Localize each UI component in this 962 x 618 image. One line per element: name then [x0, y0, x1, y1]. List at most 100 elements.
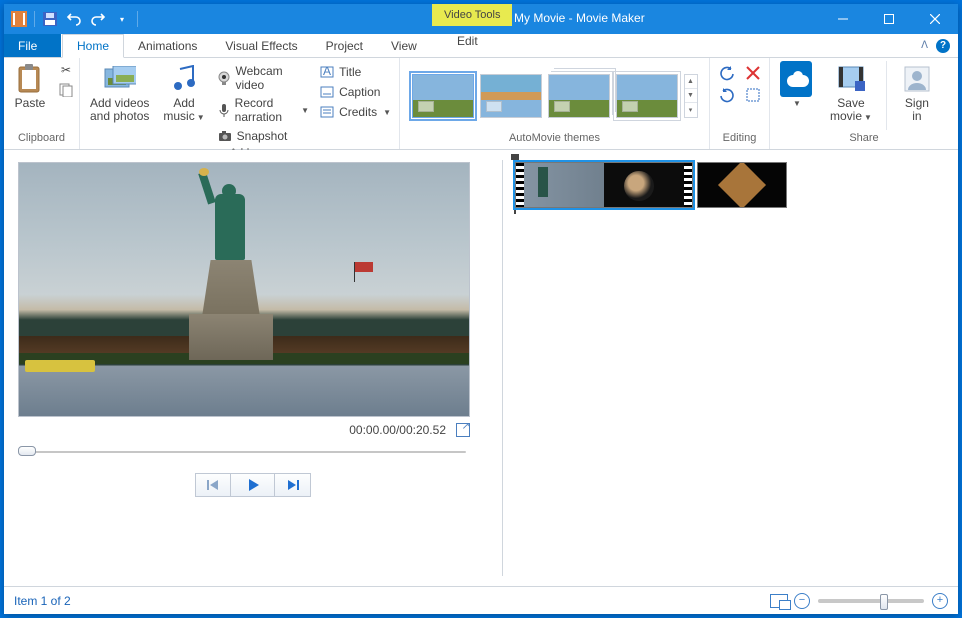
save-movie-button[interactable]: Save movie▼: [826, 61, 876, 126]
play-button[interactable]: [231, 473, 275, 497]
tab-view[interactable]: View: [377, 34, 431, 57]
fullscreen-icon[interactable]: [456, 423, 470, 437]
copy-icon: [58, 82, 74, 98]
video-preview[interactable]: [18, 162, 470, 417]
sign-in-label: Sign in: [905, 97, 929, 123]
help-icon[interactable]: ?: [936, 39, 950, 53]
maximize-button[interactable]: [866, 4, 912, 34]
storyboard-pane[interactable]: [503, 150, 958, 586]
theme-item[interactable]: [480, 74, 542, 118]
rotate-left-icon[interactable]: [719, 65, 735, 81]
group-label: Editing: [716, 130, 763, 146]
tab-animations[interactable]: Animations: [124, 34, 211, 57]
group-label: Share: [776, 130, 952, 146]
item-count: Item 1 of 2: [14, 594, 71, 608]
scrub-track: [22, 451, 466, 453]
webcam-icon: [217, 70, 232, 86]
microphone-icon: [217, 102, 231, 118]
scene-flag: [355, 262, 373, 272]
rotate-right-icon[interactable]: [719, 87, 735, 103]
app-icon[interactable]: [8, 8, 30, 30]
expand-icon[interactable]: ▾: [685, 103, 697, 116]
minimize-button[interactable]: [820, 4, 866, 34]
select-all-icon[interactable]: [745, 87, 761, 103]
chevron-down-icon: ▼: [301, 106, 309, 115]
tab-edit[interactable]: Edit: [443, 34, 492, 48]
group-editing: Editing: [710, 58, 770, 149]
theme-item[interactable]: [412, 74, 474, 118]
scrub-bar[interactable]: [18, 445, 470, 459]
webcam-video-button[interactable]: Webcam video: [215, 63, 311, 93]
record-narration-button[interactable]: Record narration▼: [215, 95, 311, 125]
zoom-out-button[interactable]: −: [794, 593, 810, 609]
delete-icon[interactable]: [745, 65, 761, 81]
group-clipboard: Paste ✂ Clipboard: [4, 58, 80, 149]
theme-scroll[interactable]: ▲▼▾: [684, 74, 698, 118]
clip-item[interactable]: [515, 162, 693, 208]
scene-pedestal: [189, 314, 273, 360]
theme-item[interactable]: [548, 74, 610, 118]
clip-track: [515, 162, 946, 208]
zoom-slider[interactable]: [818, 599, 924, 603]
add-videos-photos-button[interactable]: Add videos and photos: [86, 61, 153, 125]
tab-project[interactable]: Project: [312, 34, 377, 57]
previous-frame-button[interactable]: [195, 473, 231, 497]
film-save-icon: [835, 63, 867, 95]
sign-in-button[interactable]: Sign in: [897, 61, 937, 125]
camera-icon: [217, 128, 233, 144]
next-frame-button[interactable]: [275, 473, 311, 497]
app-window: ▾ Video Tools My Movie - Movie Maker Fil…: [4, 4, 958, 614]
scene-statue-head: [222, 184, 236, 198]
qat-customize-icon[interactable]: ▾: [111, 8, 133, 30]
add-music-button[interactable]: Add music▼: [159, 61, 208, 126]
title-bar: ▾ Video Tools My Movie - Movie Maker: [4, 4, 958, 34]
chevron-down-icon: ▼: [197, 113, 205, 122]
window-title: My Movie - Movie Maker: [514, 11, 645, 25]
add-music-label: Add music▼: [163, 97, 204, 124]
chevron-down-icon: ▼: [864, 113, 872, 122]
undo-icon[interactable]: [63, 8, 85, 30]
separator: [34, 11, 35, 27]
scene-statue-torch: [199, 168, 209, 176]
credits-button[interactable]: Credits▼: [317, 103, 393, 121]
ribbon-help: ᐱ ?: [921, 34, 958, 57]
scroll-up-icon[interactable]: ▲: [685, 75, 697, 89]
clipboard-icon: [14, 63, 46, 95]
collapse-ribbon-icon[interactable]: ᐱ: [921, 40, 928, 51]
timecode-text: 00:00.00/00:20.52: [349, 423, 446, 437]
tab-home[interactable]: Home: [62, 34, 124, 58]
chevron-down-icon: ▼: [793, 97, 801, 110]
scene-pedestal-top: [197, 260, 265, 314]
paste-button[interactable]: Paste: [10, 61, 50, 112]
caption-button[interactable]: Caption: [317, 83, 393, 101]
tab-file[interactable]: File: [4, 34, 62, 57]
music-icon: [168, 63, 200, 95]
cloud-icon: [780, 63, 812, 95]
title-button[interactable]: ATitle: [317, 63, 393, 81]
preview-pane: 00:00.00/00:20.52: [4, 150, 502, 586]
status-bar: Item 1 of 2 − +: [4, 586, 958, 614]
onedrive-button[interactable]: ▼: [776, 61, 816, 112]
snapshot-button[interactable]: Snapshot: [215, 127, 311, 145]
scroll-down-icon[interactable]: ▼: [685, 89, 697, 103]
save-movie-label: Save movie▼: [830, 97, 872, 124]
zoom-in-button[interactable]: +: [932, 593, 948, 609]
tab-visual-effects[interactable]: Visual Effects: [211, 34, 311, 57]
group-share: ▼ Save movie▼ Sign in Share: [770, 58, 958, 149]
theme-item[interactable]: [616, 74, 678, 118]
scene-statue-arm: [198, 172, 215, 205]
redo-icon[interactable]: [87, 8, 109, 30]
window-controls: [820, 4, 958, 34]
scrub-thumb[interactable]: [18, 446, 36, 456]
thumb-face: [624, 171, 654, 201]
thumb-diamond: [718, 162, 766, 208]
paste-label: Paste: [15, 97, 46, 110]
close-button[interactable]: [912, 4, 958, 34]
svg-text:A: A: [323, 65, 331, 78]
thumbnail-size-icon[interactable]: [770, 594, 788, 608]
cut-button[interactable]: ✂: [56, 61, 76, 79]
scene-statue: [215, 194, 245, 260]
clip-item[interactable]: [697, 162, 787, 208]
save-icon[interactable]: [39, 8, 61, 30]
copy-button[interactable]: [56, 81, 76, 99]
